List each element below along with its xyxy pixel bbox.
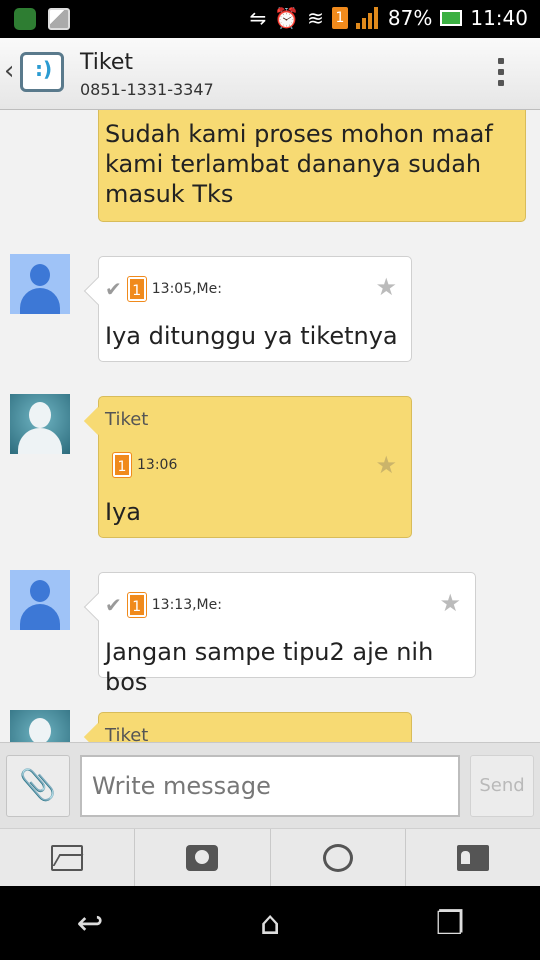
sketch-button[interactable]	[271, 829, 406, 886]
incoming-message-bubble[interactable]: Tiket 1 13:06 ★ Iya	[83, 396, 412, 538]
dual-sim-icon: ⇋	[249, 6, 267, 30]
image-notification-icon	[48, 8, 70, 30]
incoming-message-bubble[interactable]: Tiket	[83, 712, 412, 742]
conversation-header: ‹ :) Tiket 0851-1331-3347	[0, 38, 540, 110]
wifi-icon: ≋	[307, 6, 324, 30]
attach-button[interactable]: 📎	[6, 755, 70, 817]
star-icon[interactable]: ★	[375, 273, 397, 301]
sim-badge-icon: 1	[126, 592, 147, 618]
message-text: Iya	[105, 498, 141, 526]
contact-card-icon	[456, 844, 489, 871]
message-text-line: kami terlambat dananya sudah	[105, 150, 482, 178]
sim-badge-icon: 1	[331, 7, 348, 29]
overflow-menu-icon[interactable]	[498, 58, 506, 92]
back-chevron-icon[interactable]: ‹	[4, 56, 14, 86]
camera-button[interactable]	[135, 829, 271, 886]
my-avatar[interactable]	[10, 570, 70, 630]
sim-badge-icon: 1	[126, 276, 147, 302]
message-timestamp: 13:13,Me:	[151, 597, 222, 613]
send-button[interactable]: Send	[470, 755, 534, 817]
sender-name: Tiket	[105, 725, 149, 742]
contact-number: 0851-1331-3347	[80, 80, 214, 99]
signal-icon	[355, 7, 380, 29]
star-icon[interactable]: ★	[375, 451, 397, 479]
compose-bar: 📎 Send	[0, 742, 540, 828]
insert-picture-button[interactable]	[0, 829, 136, 886]
delivered-check-icon: ✔	[105, 277, 122, 301]
battery-percent: 87%	[387, 6, 433, 30]
paperclip-icon: 📎	[19, 768, 57, 803]
message-input[interactable]	[80, 755, 460, 817]
message-text: Jangan sampe tipu2 aje nih bos	[105, 638, 434, 696]
contact-name: Tiket	[80, 50, 133, 75]
message-list[interactable]: Sudah kami proses mohon maaf kami terlam…	[0, 110, 540, 742]
contact-avatar[interactable]	[10, 394, 70, 454]
back-icon[interactable]: ↩	[50, 904, 130, 942]
recent-apps-icon[interactable]: ❐	[410, 904, 490, 942]
my-avatar[interactable]	[10, 254, 70, 314]
messaging-app-icon[interactable]: :)	[20, 52, 64, 92]
message-text-line: masuk Tks	[105, 180, 234, 208]
line-app-icon	[14, 8, 36, 30]
sender-name: Tiket	[105, 409, 149, 430]
message-timestamp: 13:06	[137, 457, 178, 473]
attachment-toolbar	[0, 828, 540, 886]
sketch-icon	[322, 843, 353, 872]
status-bar: ⇋ ⏰ ≋ 1 87% 11:40	[0, 0, 540, 38]
contact-card-button[interactable]	[406, 829, 540, 886]
star-icon[interactable]: ★	[439, 589, 461, 617]
picture-icon	[51, 844, 84, 871]
outgoing-message-bubble[interactable]: ✔ 1 13:05,Me: ★ Iya ditunggu ya tiketnya	[83, 256, 412, 362]
battery-icon	[440, 10, 463, 26]
home-icon[interactable]: ⌂	[230, 904, 310, 942]
clock: 11:40	[470, 6, 528, 30]
outgoing-message-bubble[interactable]: ✔ 1 13:13,Me: ★ Jangan sampe tipu2 aje n…	[83, 572, 476, 696]
message-text: Iya ditunggu ya tiketnya	[105, 322, 398, 350]
incoming-message-bubble[interactable]: Sudah kami proses mohon maaf kami terlam…	[98, 110, 526, 222]
contact-avatar[interactable]	[10, 710, 70, 742]
message-timestamp: 13:05,Me:	[151, 281, 222, 297]
message-text-line: Sudah kami proses mohon maaf	[105, 120, 493, 148]
alarm-icon: ⏰	[274, 6, 300, 30]
delivered-check-icon: ✔	[105, 593, 122, 617]
sim-badge-icon: 1	[112, 452, 132, 478]
camera-icon	[186, 844, 219, 871]
navigation-bar: ↩ ⌂ ❐	[0, 886, 540, 960]
